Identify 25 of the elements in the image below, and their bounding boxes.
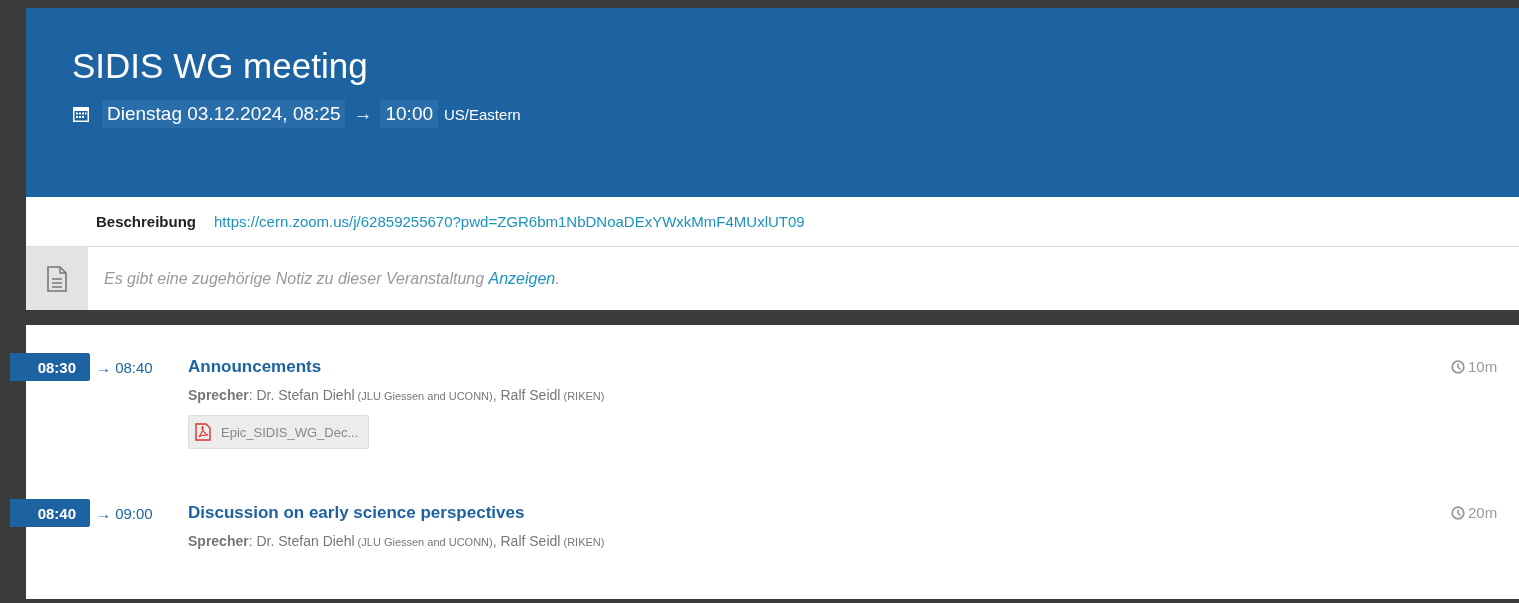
contribution-title[interactable]: Discussion on early science perspectives <box>188 499 1451 527</box>
note-message: Es gibt eine zugehörige Notiz zu dieser Veranstaltung Anzeigen. <box>103 268 560 290</box>
start-date: Dienstag 03.12.2024, 08:25 <box>102 100 346 128</box>
document-icon <box>47 265 67 292</box>
speaker-line: Sprecher: Dr. Stefan Diehl (JLU Giessen and UCONN), Ralf Seidl (RIKEN) <box>188 533 606 549</box>
pdf-icon <box>195 423 211 441</box>
speaker-line: Sprecher: Dr. Stefan Diehl (JLU Giessen and UCONN), Ralf Seidl (RIKEN) <box>188 387 606 403</box>
event-title: SIDIS WG meeting <box>72 46 369 86</box>
start-time-badge: 08:40 <box>10 499 90 527</box>
duration: 10m <box>1451 353 1519 381</box>
duration: 20m <box>1451 499 1519 527</box>
description-label: Beschreibung <box>96 213 197 230</box>
attachment-button[interactable]: Epic_SIDIS_WG_Dec... <box>188 415 370 449</box>
clock-icon <box>1451 360 1465 374</box>
end-time: → 09:00 <box>96 504 153 522</box>
end-time: → 08:40 <box>96 358 153 376</box>
clock-icon <box>1451 506 1465 520</box>
contribution-title[interactable]: Announcements <box>188 353 1451 381</box>
arrow-text: → <box>353 103 373 125</box>
show-note-link[interactable]: Anzeigen <box>488 269 556 288</box>
timezone: US/Eastern <box>444 105 521 123</box>
start-time-badge: 08:30 <box>10 353 90 381</box>
end-time: 10:00 <box>380 100 438 128</box>
meeting-link[interactable]: https://cern.zoom.us/j/62859255670?pwd=ZGR6bm1NbDNoaDExYWxkMmF4MUxlUT09 <box>214 213 805 230</box>
calendar-icon <box>72 105 90 123</box>
